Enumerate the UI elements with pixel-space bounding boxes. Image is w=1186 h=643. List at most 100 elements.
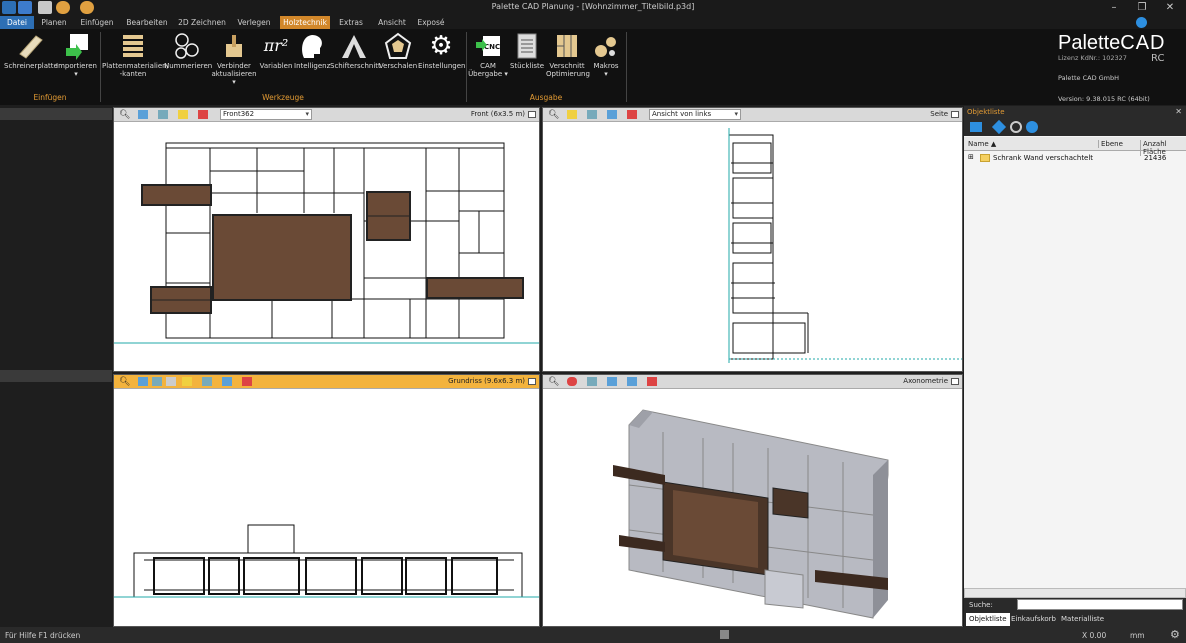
plan-drawing[interactable] xyxy=(114,390,539,626)
camera-icon[interactable] xyxy=(627,377,637,386)
zoom-icon[interactable]: 🔍︎ xyxy=(548,377,559,387)
zoom-icon[interactable]: 🔍︎ xyxy=(119,377,130,387)
refresh-icon[interactable] xyxy=(1010,121,1022,133)
verbinder-button[interactable]: Verbinder aktualisieren ▾ xyxy=(210,32,258,86)
viewport-toolbar: 🔍︎ Axonometrie xyxy=(543,375,962,389)
close-icon[interactable]: ✕ xyxy=(1162,1,1178,14)
gear-icon[interactable]: ⚙ xyxy=(1170,628,1180,641)
verschnitt-sub: Optimierung xyxy=(546,70,590,78)
group-separator xyxy=(626,32,627,102)
importieren-button[interactable]: Importieren ▾ xyxy=(56,32,97,78)
view-icon[interactable] xyxy=(138,110,148,119)
snap-icon[interactable] xyxy=(222,377,232,386)
variablen-button[interactable]: πr² Variablen xyxy=(258,32,294,70)
layer-icon[interactable] xyxy=(152,377,162,386)
view-icon[interactable] xyxy=(607,110,617,119)
tab-bearbeiten[interactable]: Bearbeiten xyxy=(122,16,172,29)
column-ebene[interactable]: Ebene xyxy=(1098,140,1123,148)
layer-icon[interactable] xyxy=(158,110,168,119)
viewport-axonometry[interactable]: 🔍︎ Axonometrie xyxy=(542,374,963,627)
makros-sub: ▾ xyxy=(604,70,608,78)
color-icon[interactable] xyxy=(198,110,208,119)
tab-einkaufskorb[interactable]: Einkaufskorb xyxy=(1008,613,1059,626)
tab-datei[interactable]: Datei xyxy=(0,16,34,29)
importieren-sub: ▾ xyxy=(74,70,78,78)
view-dropdown[interactable]: Ansicht von links xyxy=(649,109,741,120)
nummerieren-button[interactable]: Nummerieren xyxy=(164,32,212,70)
viewport-plan[interactable]: 🔍︎ Grundriss (9.6x6.3 m) xyxy=(113,374,540,627)
list-item[interactable]: ⊞ Schrank Wand verschachtelt 21436 xyxy=(964,152,1186,164)
layer-icon[interactable] xyxy=(587,110,597,119)
schreinerplatte-button[interactable]: Schreinerplatte xyxy=(4,32,58,70)
select-icon[interactable] xyxy=(182,377,192,386)
tab-verlegen[interactable]: Verlegen xyxy=(232,16,276,29)
expand-icon[interactable]: ⊞ xyxy=(968,153,974,161)
maximize-icon[interactable] xyxy=(528,111,536,118)
camera-icon[interactable] xyxy=(166,377,176,386)
ribbon-tabs: Datei Planen Einfügen Bearbeiten 2D Zeic… xyxy=(0,16,1186,29)
plattenmaterialien-button[interactable]: Plattenmaterialien/ -kanten xyxy=(102,32,169,78)
color-icon[interactable] xyxy=(242,377,252,386)
intelligence-icon xyxy=(298,32,326,60)
front-drawing[interactable] xyxy=(114,123,539,371)
folder-icon xyxy=(980,154,990,162)
checkbox-icon[interactable] xyxy=(970,122,982,132)
tab-einfuegen[interactable]: Einfügen xyxy=(76,16,118,29)
status-bar: Für Hilfe F1 drücken X 0.00 mm ⚙ xyxy=(0,627,1186,643)
einstellungen-button[interactable]: ⚙ Einstellungen xyxy=(418,32,465,70)
tab-extras[interactable]: Extras xyxy=(334,16,368,29)
search-label: Suche: xyxy=(969,601,993,609)
help-icon[interactable] xyxy=(1136,17,1147,28)
grid-icon[interactable] xyxy=(202,377,212,386)
color-icon[interactable] xyxy=(647,377,657,386)
tab-materialliste[interactable]: Materialliste xyxy=(1058,613,1107,626)
minimize-icon[interactable]: – xyxy=(1106,1,1122,14)
select-icon[interactable] xyxy=(567,110,577,119)
cladding-icon xyxy=(384,32,412,60)
schifterschnitt-button[interactable]: Schifterschnitt xyxy=(330,32,381,70)
tag-icon[interactable] xyxy=(991,119,1007,135)
makros-button[interactable]: Makros ▾ xyxy=(588,32,624,78)
color-icon[interactable] xyxy=(627,110,637,119)
column-name[interactable]: Name ▲ xyxy=(968,140,996,148)
panel-close-icon[interactable]: ✕ xyxy=(1175,107,1182,116)
snap-toggle-icon[interactable] xyxy=(720,630,729,639)
brand-logo: PaletteCAD xyxy=(1058,32,1166,55)
view-icon[interactable] xyxy=(138,377,148,386)
viewport-side[interactable]: 🔍︎ Ansicht von links Seite xyxy=(542,107,963,372)
help-icon[interactable] xyxy=(1026,121,1038,133)
stueckliste-label: Stückliste xyxy=(509,62,545,70)
tab-expose[interactable]: Exposé xyxy=(414,16,448,29)
viewport-toolbar: 🔍︎ Front362 Front (6x3.5 m) xyxy=(114,108,539,122)
view-icon[interactable] xyxy=(607,377,617,386)
zoom-icon[interactable]: 🔍︎ xyxy=(119,110,130,120)
tab-objektliste[interactable]: Objektliste xyxy=(966,613,1010,626)
axonometric-render[interactable] xyxy=(543,390,962,626)
maximize-icon[interactable] xyxy=(951,111,959,118)
viewport-front[interactable]: 🔍︎ Front362 Front (6x3.5 m) xyxy=(113,107,540,372)
maximize-icon[interactable] xyxy=(951,378,959,385)
render-icon[interactable] xyxy=(567,377,577,386)
brand-area: PaletteCAD RC Lizenz KdNr.: 102327 Palet… xyxy=(986,29,1186,105)
view-dropdown[interactable]: Front362 xyxy=(220,109,312,120)
intelligenz-button[interactable]: Intelligenz xyxy=(294,32,330,70)
stueckliste-button[interactable]: Stückliste xyxy=(508,32,546,70)
zoom-icon[interactable]: 🔍︎ xyxy=(548,110,559,120)
tab-2d-zeichnen[interactable]: 2D Zeichnen xyxy=(176,16,228,29)
tab-holztechnik[interactable]: Holztechnik xyxy=(280,16,330,29)
search-input[interactable] xyxy=(1017,599,1183,610)
verschnitt-optimierung-button[interactable]: Verschnitt Optimierung xyxy=(546,32,590,78)
tab-ansicht[interactable]: Ansicht xyxy=(372,16,412,29)
horizontal-scrollbar[interactable] xyxy=(964,588,1186,598)
maximize-icon[interactable] xyxy=(528,378,536,385)
item-name: Schrank Wand verschachtelt xyxy=(993,154,1094,162)
license-number: Lizenz KdNr.: 102327 xyxy=(1058,54,1127,62)
layer-icon[interactable] xyxy=(587,377,597,386)
cam-uebergabe-button[interactable]: CNC CAM Übergabe ▾ xyxy=(468,32,508,78)
select-icon[interactable] xyxy=(178,110,188,119)
tab-planen[interactable]: Planen xyxy=(36,16,72,29)
side-drawing[interactable] xyxy=(543,123,962,371)
variables-icon: πr² xyxy=(263,36,289,55)
verschalen-button[interactable]: Verschalen xyxy=(378,32,418,70)
restore-icon[interactable]: ❐ xyxy=(1134,1,1150,14)
